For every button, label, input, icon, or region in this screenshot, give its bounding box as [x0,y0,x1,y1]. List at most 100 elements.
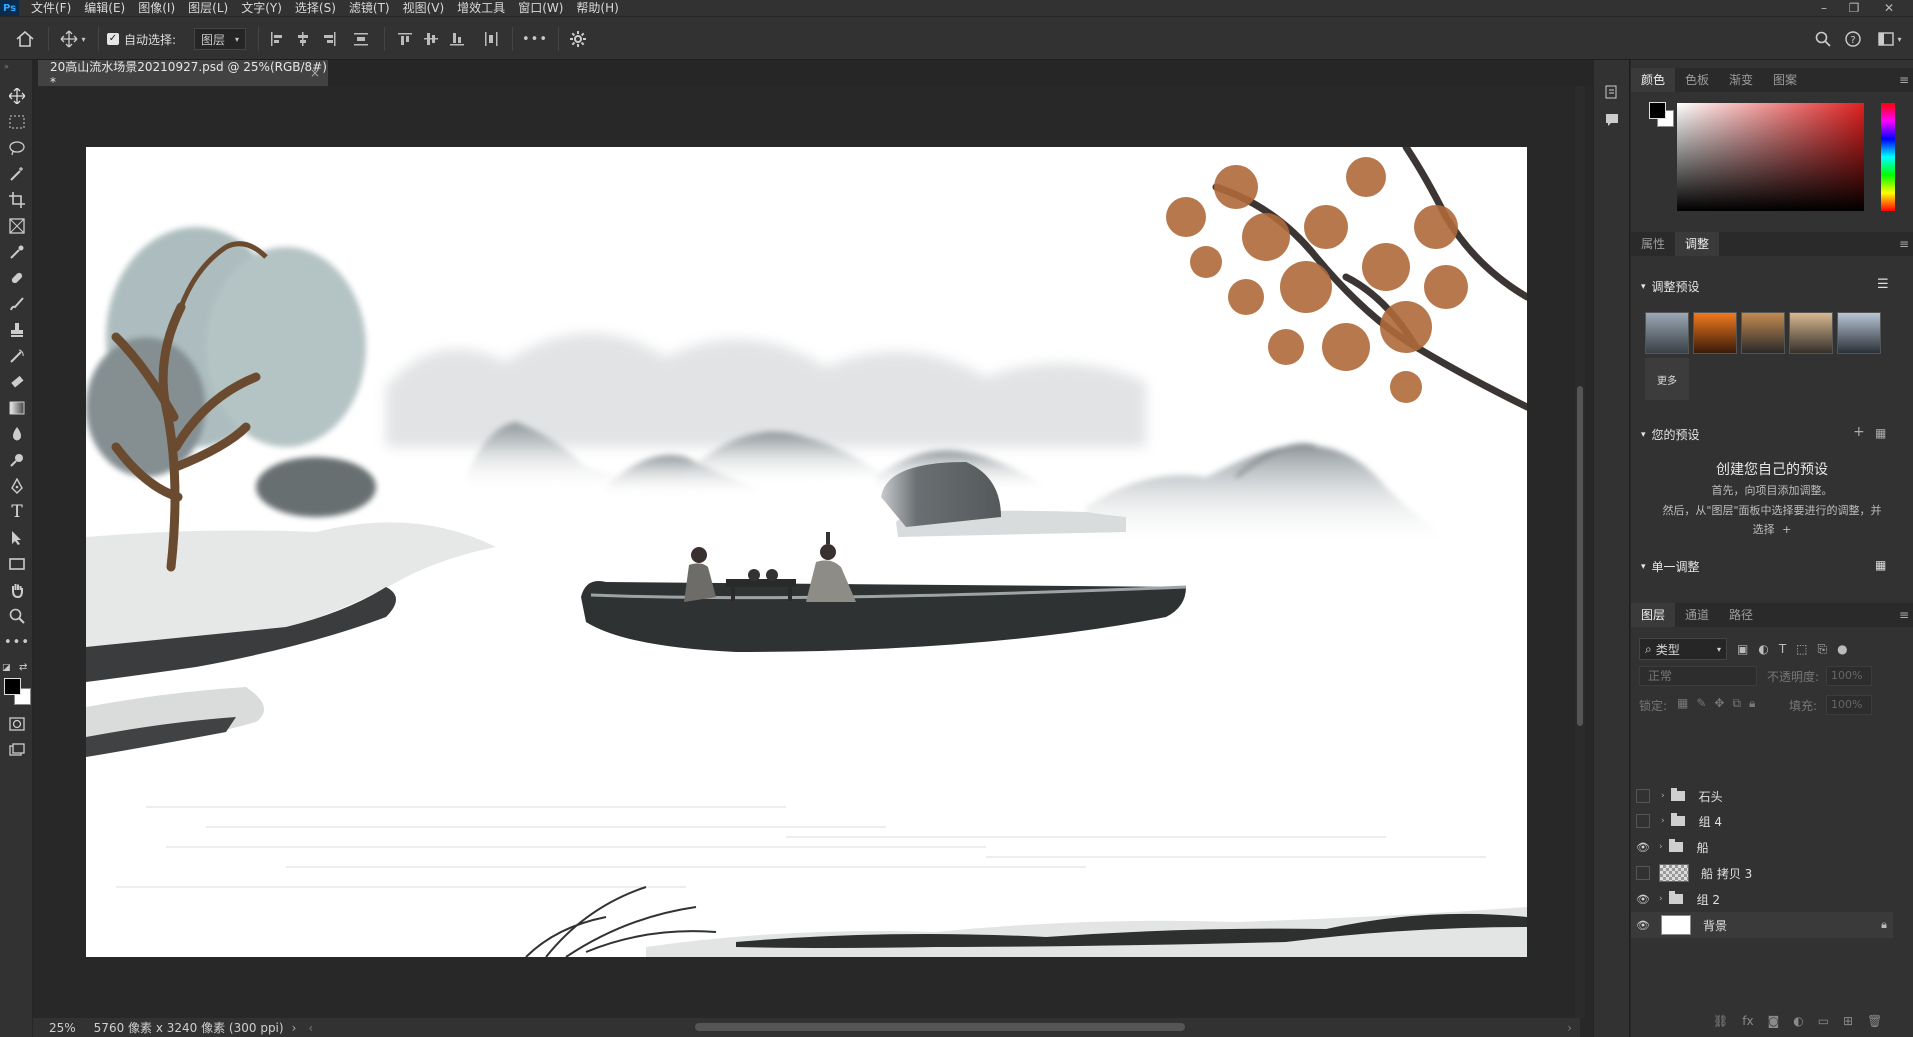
visibility-toggle[interactable] [1636,866,1650,880]
tab-properties[interactable]: 属性 [1631,232,1675,256]
eye-icon[interactable]: 👁︎ [1633,841,1653,854]
menu-file[interactable]: 文件(F) [31,0,71,16]
help-icon[interactable]: ? [1842,28,1864,50]
quick-mask-icon[interactable] [4,712,30,736]
layer-filter-dropdown[interactable]: ⌕ 类型 ▾ [1639,638,1727,660]
preset-thumb-1[interactable] [1645,312,1689,354]
align-middle-icon[interactable] [420,28,442,50]
layer-row-group-4[interactable]: › 组 4 [1631,808,1893,834]
panel-foreground-swatch[interactable] [1649,102,1666,119]
menu-help[interactable]: 帮助(H) [576,0,618,16]
lock-artboard-icon[interactable]: ⧉ [1732,696,1741,711]
lock-pixels-icon[interactable]: ✎ [1696,696,1706,711]
horizontal-scroll-thumb[interactable] [695,1023,1185,1031]
tab-gradients[interactable]: 渐变 [1719,68,1763,92]
dodge-tool-icon[interactable] [4,448,30,472]
lock-transparent-icon[interactable]: ▦ [1677,696,1688,711]
fill-field[interactable]: 100% [1826,695,1872,715]
add-mask-icon[interactable]: ◙ [1768,1014,1780,1028]
crop-tool-icon[interactable] [4,188,30,212]
layer-row-boat-copy-3[interactable]: 船 拷贝 3 [1631,860,1893,886]
pixel-filter-icon[interactable]: ▣ [1737,642,1748,657]
opacity-field[interactable]: 100% [1826,666,1872,686]
healing-brush-tool-icon[interactable] [4,266,30,290]
move-tool-icon[interactable] [4,84,30,108]
tab-paths[interactable]: 路径 [1719,603,1763,627]
gradient-tool-icon[interactable] [4,396,30,420]
visibility-toggle[interactable] [1636,814,1650,828]
vertical-scroll-thumb[interactable] [1577,386,1583,726]
trash-icon[interactable]: 🗑︎ [1867,1014,1882,1028]
color-panel-menu-icon[interactable]: ≡ [1899,73,1909,87]
preset-thumb-4[interactable] [1789,312,1833,354]
type-filter-icon[interactable]: T [1779,642,1786,657]
scroll-right-icon[interactable]: › [1567,1021,1572,1035]
add-preset-icon[interactable]: + [1853,424,1865,440]
layer-row-group-stones[interactable]: › 石头 [1631,783,1893,809]
auto-select-target-dropdown[interactable]: 图层 ▾ [194,28,246,50]
tab-color[interactable]: 颜色 [1631,68,1676,92]
new-layer-icon[interactable]: ⊞ [1843,1014,1853,1028]
menu-type[interactable]: 文字(Y) [241,0,282,16]
frame-tool-icon[interactable] [4,214,30,238]
menu-view[interactable]: 视图(V) [403,0,445,16]
minimize-icon[interactable]: – [1810,0,1838,16]
align-right-icon[interactable] [318,28,340,50]
close-window-icon[interactable]: ✕ [1875,0,1903,16]
eraser-tool-icon[interactable] [4,370,30,394]
lock-all-icon[interactable]: 🔒︎ [1749,696,1755,711]
chevron-right-icon[interactable]: › [1661,791,1665,801]
path-selection-tool-icon[interactable] [4,526,30,550]
hand-tool-icon[interactable] [4,578,30,602]
pen-tool-icon[interactable] [4,474,30,498]
tab-layers[interactable]: 图层 [1631,603,1676,627]
chevron-right-icon[interactable]: › [1659,894,1663,904]
your-presets-header[interactable]: ▾ 您的预设 [1641,426,1700,443]
zoom-tool-icon[interactable] [4,604,30,628]
align-bottom-icon[interactable] [446,28,468,50]
tab-swatches[interactable]: 色板 [1675,68,1719,92]
move-tool-preset-icon[interactable]: ▾ [56,28,90,50]
vertical-scrollbar[interactable] [1575,86,1585,1018]
rectangle-tool-icon[interactable] [4,552,30,576]
type-tool-icon[interactable]: T [4,500,30,524]
more-options-button[interactable]: ••• [520,28,550,50]
align-top-icon[interactable] [394,28,416,50]
layer-row-group-2[interactable]: 👁︎ › 组 2 [1631,886,1893,912]
default-colors-icon[interactable]: ◪ [2,663,11,673]
brush-tool-icon[interactable] [4,292,30,316]
new-group-icon[interactable]: ▭ [1818,1014,1829,1028]
lasso-tool-icon[interactable] [4,136,30,160]
menu-window[interactable]: 窗口(W) [518,0,563,16]
eyedropper-tool-icon[interactable] [4,240,30,264]
foreground-color-swatch[interactable] [4,678,21,695]
adjust-presets-header[interactable]: ▾ 调整预设 [1641,278,1700,295]
preset-thumb-2[interactable] [1693,312,1737,354]
status-expand-icon[interactable]: › [292,1021,297,1035]
menu-edit[interactable]: 编辑(E) [84,0,125,16]
eye-icon[interactable]: 👁︎ [1633,893,1653,906]
menu-filter[interactable]: 滤镜(T) [349,0,390,16]
blend-mode-dropdown[interactable]: 正常 [1639,666,1757,686]
layer-row-group-boat[interactable]: 👁︎ › 船 [1631,834,1893,860]
layer-row-background[interactable]: 👁︎ 背景 🔒︎ [1631,912,1893,938]
clone-stamp-tool-icon[interactable] [4,318,30,342]
shape-filter-icon[interactable]: ⬚ [1796,642,1807,657]
blur-tool-icon[interactable] [4,422,30,446]
smart-object-filter-icon[interactable]: ⎘ [1818,642,1828,657]
zoom-level[interactable]: 25% [49,1021,76,1035]
visibility-toggle[interactable] [1636,789,1650,803]
link-layers-icon[interactable]: ⛓︎ [1713,1014,1728,1028]
single-adjust-header[interactable]: ▾ 单一调整 [1641,558,1700,575]
swap-colors-icon[interactable]: ⇄ [19,662,27,673]
lock-position-icon[interactable]: ✥ [1714,696,1724,711]
workspace-icon[interactable]: ▾ [1872,28,1908,50]
marquee-tool-icon[interactable] [4,110,30,134]
hue-slider[interactable] [1881,103,1895,211]
home-icon[interactable] [12,28,38,50]
adjust-panel-menu-icon[interactable]: ≡ [1899,237,1909,251]
color-field[interactable] [1677,103,1864,211]
gear-icon[interactable] [566,28,590,50]
tab-patterns[interactable]: 图案 [1763,68,1807,92]
restore-icon[interactable]: ❐ [1840,0,1868,16]
